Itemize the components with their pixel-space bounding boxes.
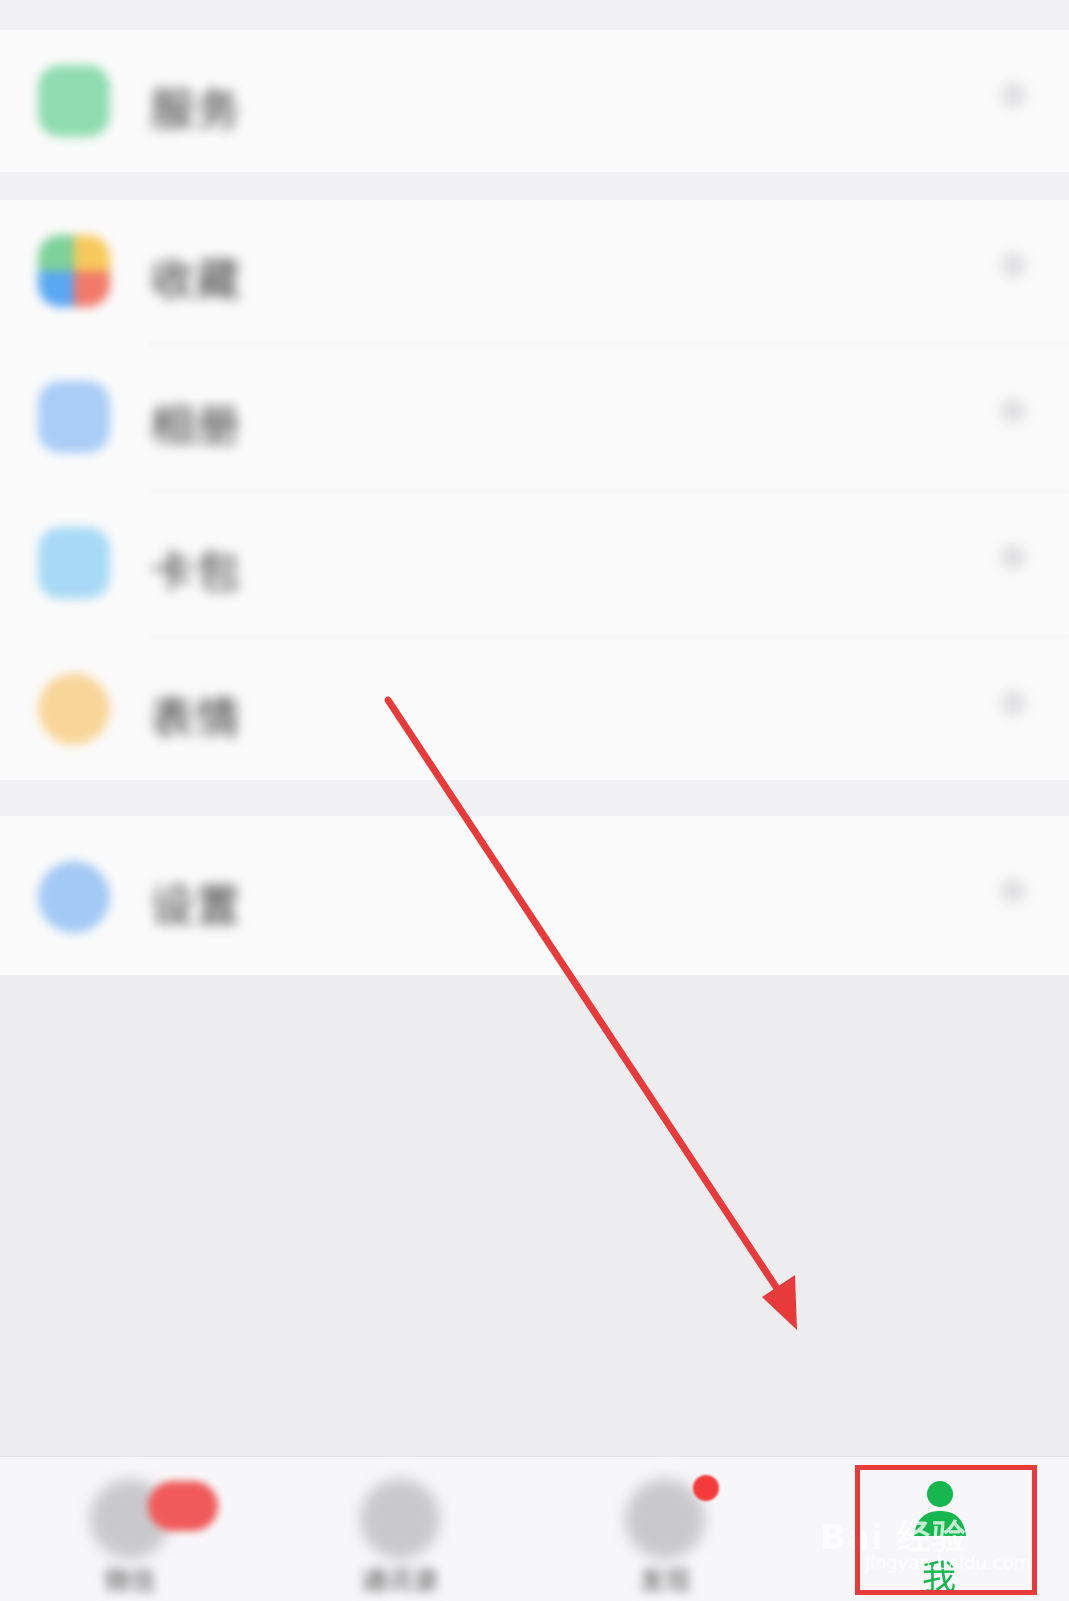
- me-page: 服务 收藏 相册 卡包 表情 设置 微信 通讯录 发现 我 Bai 经验 jin…: [0, 0, 1069, 1601]
- annotation-arrow: [384, 696, 797, 1330]
